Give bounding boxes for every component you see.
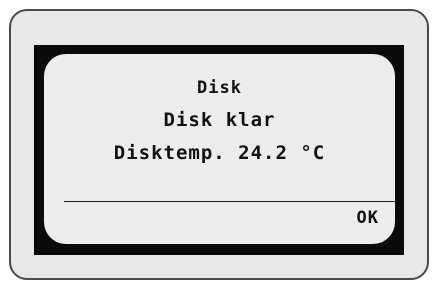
softkey-separator [64,201,395,202]
disk-status-text: Disk klar [163,109,276,131]
ok-button[interactable]: OK [353,206,383,230]
lcd-screen: Disk Disk klar Disktemp. 24.2 °C OK [44,54,395,244]
screen-title: Disk [197,78,242,98]
disk-temperature-text: Disktemp. 24.2 °C [113,142,326,164]
